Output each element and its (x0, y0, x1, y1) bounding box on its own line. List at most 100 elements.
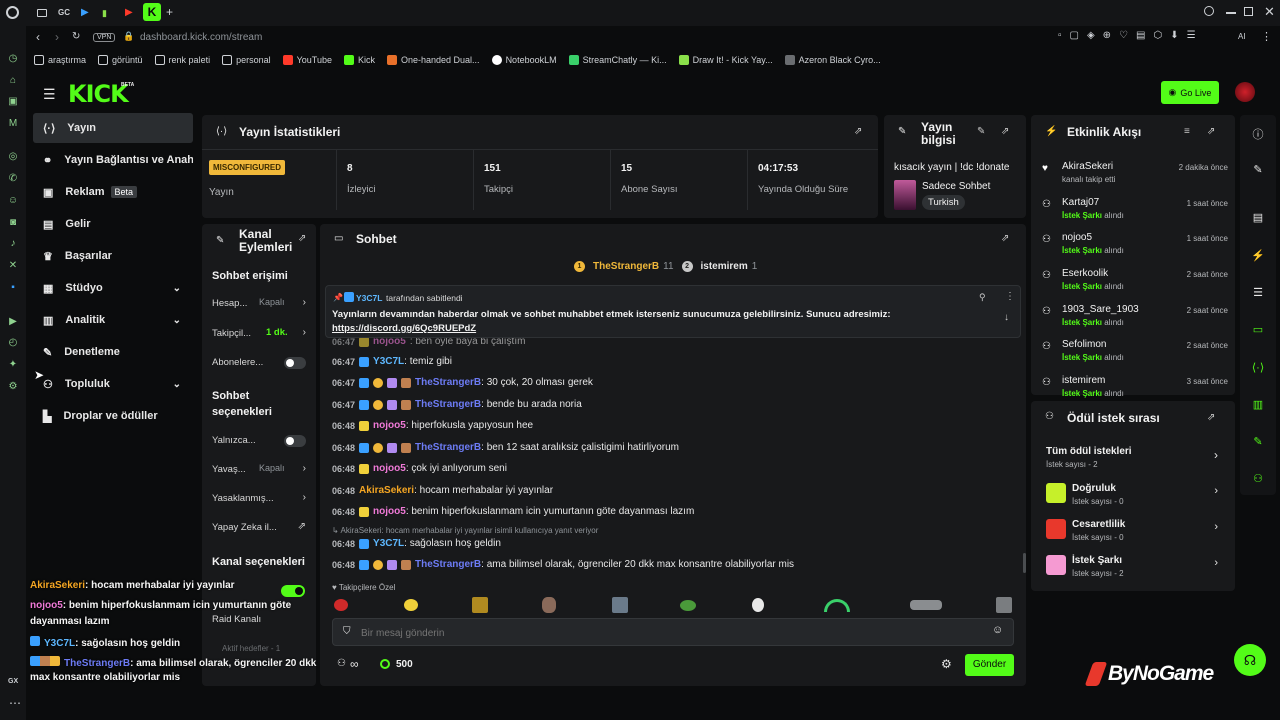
stats-icon[interactable]: ▤ (1250, 211, 1266, 227)
tab-gc[interactable]: GC (58, 8, 70, 17)
top-gifter-name[interactable]: istemirem (701, 261, 748, 272)
popout-icon[interactable]: ⇗ (1207, 126, 1215, 137)
emote-only-toggle[interactable] (284, 435, 306, 447)
tab-icon[interactable] (37, 9, 47, 17)
nav-drops[interactable]: ▙ Droplar ve ödüller (33, 401, 193, 431)
messenger-icon[interactable]: ◎ (7, 151, 19, 163)
gauge-emote-icon[interactable] (824, 599, 850, 612)
bookmark-item[interactable]: One-handed Dual... (387, 55, 480, 65)
pinned-link[interactable]: https://discord.gg/6Qc9RUEPdZ (332, 323, 476, 334)
panel-icon[interactable]: ▥ (1250, 398, 1266, 414)
tab-kick-icon[interactable]: K (143, 3, 161, 21)
nav-community[interactable]: ⚇ Topluluk ⌄ (33, 369, 193, 399)
chat-scrollbar[interactable] (1023, 553, 1026, 573)
hamburger-icon[interactable]: ☰ (43, 86, 56, 103)
subscribers-only-row[interactable]: Abonelere... (212, 356, 308, 370)
tiktok-icon[interactable]: ♪ (7, 238, 19, 250)
more-icon[interactable]: ⋯ (9, 696, 21, 710)
minimize-icon[interactable] (1226, 12, 1236, 14)
lightning-icon[interactable]: ⚡ (1250, 249, 1266, 265)
avatar[interactable] (1235, 82, 1255, 102)
raid-toggle[interactable] (281, 585, 305, 597)
all-requests-row[interactable]: Tüm ödül istekleri İstek sayısı - 2 › (1046, 446, 1222, 472)
reward-row[interactable]: İstek Şarkı İstek sayısı - 2 › (1046, 553, 1222, 587)
wallet-icon[interactable]: ▣ (7, 96, 19, 108)
gx-label[interactable]: GX (8, 678, 18, 685)
back-icon[interactable]: ‹ (36, 30, 40, 44)
popout-icon[interactable]: ⇗ (854, 126, 862, 137)
yellow-emote-icon[interactable] (404, 599, 418, 611)
image-emote-icon[interactable] (996, 597, 1012, 613)
list-icon[interactable]: ☰ (1250, 286, 1266, 302)
player-icon[interactable]: ▶ (7, 316, 19, 328)
reload-icon[interactable]: ↻ (72, 31, 80, 42)
tab-play-icon[interactable]: ▶ (81, 7, 89, 18)
slow-mode-row[interactable]: Yavaş... Kapalı › (212, 463, 308, 477)
speed-dial-icon[interactable]: ◷ (7, 53, 19, 65)
more-icon[interactable]: ⋮ (1005, 291, 1015, 302)
search-icon[interactable] (1204, 6, 1214, 16)
popout-icon[interactable]: ⇗ (1001, 126, 1009, 137)
channel-points[interactable]: 500 (396, 659, 413, 670)
bookmark-item[interactable]: personal (222, 55, 271, 65)
popout-icon[interactable]: ⇗ (1207, 412, 1215, 423)
go-live-button[interactable]: ◉ Go Live (1161, 81, 1219, 104)
nav-stream-key[interactable]: ⚭Yayın Bağlantısı ve Anahtarı (33, 145, 193, 175)
filter-icon[interactable]: ≡ (1184, 126, 1190, 137)
emoji-icon[interactable]: ☺ (992, 624, 1003, 636)
x-icon[interactable]: ✕ (7, 260, 19, 272)
chat-settings-icon[interactable]: ⚙ (941, 657, 952, 671)
chat-icon[interactable]: ▭ (1250, 323, 1266, 339)
discord-icon[interactable]: ☺ (7, 195, 19, 207)
emote-only-row[interactable]: Yalnızca... (212, 434, 308, 448)
aria-icon[interactable]: ⌂ (7, 75, 19, 87)
bookmark-item[interactable]: görüntü (98, 55, 143, 65)
history-icon[interactable]: ◴ (7, 337, 19, 349)
kick-logo[interactable]: KICK (68, 80, 129, 108)
top-gifter-name[interactable]: TheStrangerB (593, 261, 659, 272)
reward-row[interactable]: Doğruluk İstek sayısı - 0 › (1046, 481, 1222, 515)
cherry-emote-icon[interactable] (334, 599, 348, 611)
photo-emote-icon[interactable] (612, 597, 628, 613)
popout-icon[interactable]: ⇗ (298, 233, 306, 244)
info-icon[interactable]: ⓘ (1250, 126, 1266, 142)
pinned-by-user[interactable]: Y3C7L (356, 293, 382, 303)
edit-icon[interactable]: ✎ (1250, 163, 1266, 179)
face-emote-icon[interactable] (542, 597, 556, 613)
vpn-badge[interactable]: VPN (93, 33, 116, 42)
unpin-icon[interactable]: ⚲ (979, 292, 986, 303)
infinity-icon[interactable]: ∞ (350, 657, 359, 671)
bookmark-item[interactable]: YouTube (282, 55, 332, 65)
collapse-icon[interactable]: ↓ (1004, 312, 1009, 323)
bookmark-item[interactable]: Azeron Black Cyro... (784, 55, 881, 65)
nav-analytics[interactable]: ▥ Analitik ⌄ (33, 305, 193, 335)
chat-message-input[interactable] (361, 625, 961, 641)
reward-row[interactable]: Cesaretlilik İstek sayısı - 0 › (1046, 517, 1222, 551)
nav-stream[interactable]: ⟨·⟩ Yayın (33, 113, 193, 143)
bookmark-item[interactable]: Draw It! - Kick Yay... (678, 55, 773, 65)
support-button[interactable]: ☊ (1234, 644, 1266, 676)
close-icon[interactable]: ✕ (1264, 4, 1275, 20)
bookmark-item[interactable]: NotebookLM (491, 55, 557, 65)
shield-icon[interactable]: ⛉ (343, 626, 351, 637)
aria-ai-button[interactable]: AI (1238, 32, 1246, 41)
nav-studio[interactable]: ▦ Stüdyo ⌄ (33, 273, 193, 303)
new-tab-icon[interactable]: + (166, 5, 173, 19)
forward-icon[interactable]: › (55, 30, 59, 44)
opera-logo-icon[interactable] (6, 6, 19, 19)
toolbar-icons[interactable]: ▫▢◈⊕♡▤⬡⬇☰ (1058, 30, 1204, 41)
instagram-icon[interactable]: ◙ (7, 217, 19, 229)
edit-icon[interactable]: ✎ (977, 126, 985, 137)
stream-icon[interactable]: ⟨·⟩ (1250, 361, 1266, 377)
app-icon[interactable]: ▪ (7, 282, 19, 294)
reward-icon[interactable]: ⚇ (1250, 472, 1266, 488)
frog-emote-icon[interactable] (680, 600, 696, 611)
gold-emote-icon[interactable] (472, 597, 488, 613)
nav-moderation[interactable]: ✎ Denetleme (33, 337, 193, 367)
whatsapp-icon[interactable]: ✆ (7, 173, 19, 185)
nav-achievements[interactable]: ♛ Başarılar (33, 241, 193, 271)
reward-icon[interactable]: ⚇ (337, 658, 346, 669)
banned-words-row[interactable]: Yasaklanmış... › (212, 492, 308, 506)
mail-icon[interactable]: M (7, 118, 19, 130)
nav-ads[interactable]: ▣ Reklam Beta (33, 177, 193, 207)
